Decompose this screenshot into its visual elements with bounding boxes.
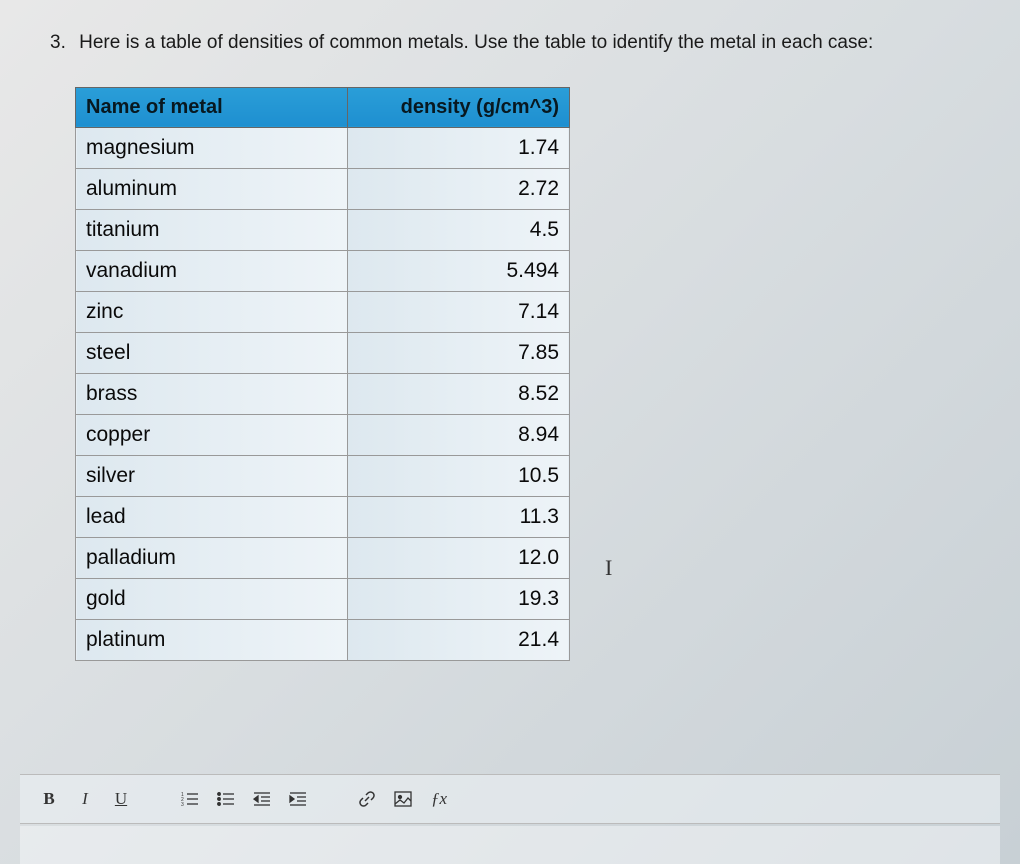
answer-input-area[interactable] bbox=[20, 826, 1000, 864]
header-density: density (g/cm^3) bbox=[347, 87, 569, 127]
bold-button[interactable]: B bbox=[35, 785, 63, 813]
text-cursor-icon: I bbox=[605, 555, 612, 581]
metal-name-cell: silver bbox=[76, 455, 348, 496]
metal-density-cell: 7.14 bbox=[347, 291, 569, 332]
question-number: 3. bbox=[50, 32, 66, 53]
metal-density-cell: 8.52 bbox=[347, 373, 569, 414]
table-row: copper8.94 bbox=[76, 414, 570, 455]
metal-name-cell: palladium bbox=[76, 537, 348, 578]
indent-button[interactable] bbox=[284, 785, 312, 813]
metal-name-cell: brass bbox=[76, 373, 348, 414]
svg-text:3: 3 bbox=[181, 802, 184, 807]
underline-button[interactable]: U bbox=[107, 785, 135, 813]
table-header-row: Name of metal density (g/cm^3) bbox=[76, 87, 570, 127]
metal-density-cell: 2.72 bbox=[347, 168, 569, 209]
metal-density-cell: 11.3 bbox=[347, 496, 569, 537]
metal-density-cell: 1.74 bbox=[347, 127, 569, 168]
image-button[interactable] bbox=[389, 785, 417, 813]
table-row: zinc7.14 bbox=[76, 291, 570, 332]
table-row: platinum21.4 bbox=[76, 619, 570, 660]
table-row: gold19.3 bbox=[76, 578, 570, 619]
metal-name-cell: copper bbox=[76, 414, 348, 455]
metal-name-cell: magnesium bbox=[76, 127, 348, 168]
metal-name-cell: gold bbox=[76, 578, 348, 619]
formula-button[interactable]: ƒx bbox=[425, 785, 453, 813]
table-row: vanadium5.494 bbox=[76, 250, 570, 291]
bullet-list-button[interactable] bbox=[212, 785, 240, 813]
metal-name-cell: platinum bbox=[76, 619, 348, 660]
metal-name-cell: aluminum bbox=[76, 168, 348, 209]
metal-density-cell: 21.4 bbox=[347, 619, 569, 660]
table-row: brass8.52 bbox=[76, 373, 570, 414]
density-table: Name of metal density (g/cm^3) magnesium… bbox=[75, 87, 570, 661]
editor-toolbar: B I U 123 ƒx bbox=[20, 774, 1000, 824]
metal-density-cell: 12.0 bbox=[347, 537, 569, 578]
metal-density-cell: 5.494 bbox=[347, 250, 569, 291]
outdent-button[interactable] bbox=[248, 785, 276, 813]
italic-button[interactable]: I bbox=[71, 785, 99, 813]
metal-name-cell: vanadium bbox=[76, 250, 348, 291]
link-button[interactable] bbox=[353, 785, 381, 813]
metal-density-cell: 10.5 bbox=[347, 455, 569, 496]
question-body: Here is a table of densities of common m… bbox=[79, 32, 873, 53]
question-text: 3. Here is a table of densities of commo… bbox=[50, 30, 990, 57]
metal-name-cell: lead bbox=[76, 496, 348, 537]
header-name: Name of metal bbox=[76, 87, 348, 127]
table-row: palladium12.0 bbox=[76, 537, 570, 578]
metal-density-cell: 8.94 bbox=[347, 414, 569, 455]
table-row: aluminum2.72 bbox=[76, 168, 570, 209]
metal-density-cell: 7.85 bbox=[347, 332, 569, 373]
metal-name-cell: zinc bbox=[76, 291, 348, 332]
metal-name-cell: steel bbox=[76, 332, 348, 373]
table-row: lead11.3 bbox=[76, 496, 570, 537]
table-row: steel7.85 bbox=[76, 332, 570, 373]
table-row: silver10.5 bbox=[76, 455, 570, 496]
metal-name-cell: titanium bbox=[76, 209, 348, 250]
numbered-list-button[interactable]: 123 bbox=[176, 785, 204, 813]
metal-density-cell: 4.5 bbox=[347, 209, 569, 250]
table-row: titanium4.5 bbox=[76, 209, 570, 250]
metal-density-cell: 19.3 bbox=[347, 578, 569, 619]
table-row: magnesium1.74 bbox=[76, 127, 570, 168]
